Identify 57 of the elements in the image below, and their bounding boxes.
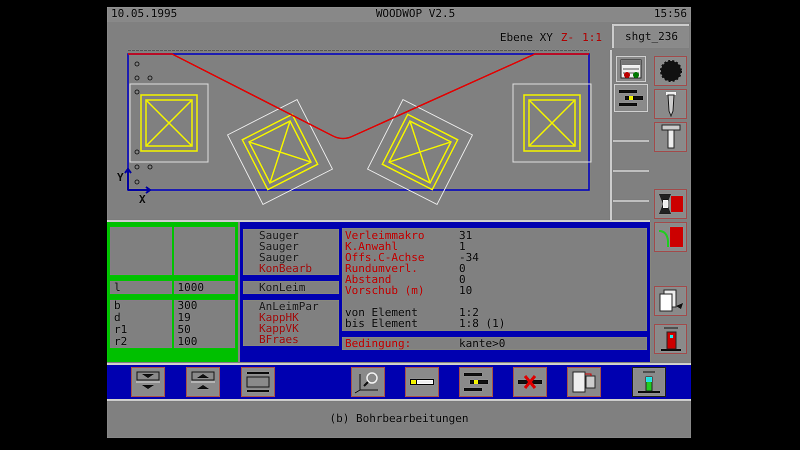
parameter-label: Vorschub (m) — [345, 285, 426, 296]
parameter-value: 1 — [459, 241, 466, 252]
file-name: shgt_236 — [612, 24, 689, 48]
exit-door-icon[interactable] — [654, 324, 687, 354]
view-direction: Z- — [560, 30, 574, 46]
scroll-up-icon[interactable] — [186, 367, 220, 397]
parameter-label: Verleimmakro — [345, 230, 426, 241]
list-view-icon[interactable] — [241, 367, 275, 397]
parameter-label: Offs.C-Achse — [345, 252, 426, 263]
dimension-label: b — [114, 300, 122, 312]
table-cell — [174, 227, 235, 275]
condition-label: Bedingung: — [345, 337, 412, 350]
copy-pages-icon[interactable] — [654, 286, 687, 316]
drill-bit-icon[interactable] — [654, 89, 687, 119]
exit-icon[interactable] — [632, 367, 666, 397]
scroll-down-icon[interactable] — [131, 367, 165, 397]
parameter-label: bis Element — [345, 318, 419, 329]
macro-item[interactable]: Sauger — [259, 241, 339, 252]
date-text: 10.05.1995 — [111, 6, 178, 22]
axis-drawing: Y X — [117, 167, 152, 206]
parameter-value: 10 — [459, 285, 472, 296]
time-text: 15:56 — [654, 6, 687, 22]
dimension-value: 19 — [178, 312, 192, 324]
parameter-value: 1:2 — [459, 307, 479, 318]
router-bit-icon[interactable] — [654, 122, 687, 152]
dimension-value: 300 — [178, 300, 198, 312]
parameter-label: Rundumverl. — [345, 263, 419, 274]
condition-value: kante>0 — [459, 337, 506, 350]
table-cell — [110, 227, 172, 275]
parameter-value: 0 — [459, 263, 466, 274]
macro-item[interactable]: KonLeim — [259, 282, 339, 293]
dimension-value: 50 — [178, 324, 192, 336]
scale-label: 1:1 — [582, 30, 602, 46]
dimension-value: 100 — [178, 336, 198, 348]
parameter-value: 0 — [459, 274, 466, 285]
app-title: WOODWOP V2.5 — [376, 6, 456, 22]
macro-item[interactable]: Sauger — [259, 230, 339, 241]
parameter-value: 31 — [459, 230, 472, 241]
parameter-value: -34 — [459, 252, 479, 263]
dimension-label: r2 — [114, 336, 128, 348]
parameter-label: von Element — [345, 307, 419, 318]
edge-press-icon[interactable] — [654, 189, 687, 219]
saw-blade-icon[interactable] — [654, 56, 687, 86]
line-bar-icon[interactable] — [405, 367, 439, 397]
macro-item[interactable]: AnLeimPar — [259, 301, 339, 312]
zoom-axes-icon[interactable] — [351, 367, 385, 397]
dimension-label: r1 — [114, 324, 128, 336]
status-message: (b) Bohrbearbeitungen — [329, 411, 469, 428]
macro-item[interactable]: Sauger — [259, 252, 339, 263]
plane-label: Ebene XY — [500, 30, 553, 46]
macro-table-icon[interactable] — [616, 56, 646, 82]
dimension-label: l — [110, 281, 172, 294]
dimension-label: d — [114, 312, 122, 324]
parameter-label: K.Anwahl — [345, 241, 398, 252]
parameter-value: 1:8 (1) — [459, 318, 506, 329]
dimension-value: 1000 — [174, 281, 235, 294]
parameter-label: Abstand — [345, 274, 392, 285]
